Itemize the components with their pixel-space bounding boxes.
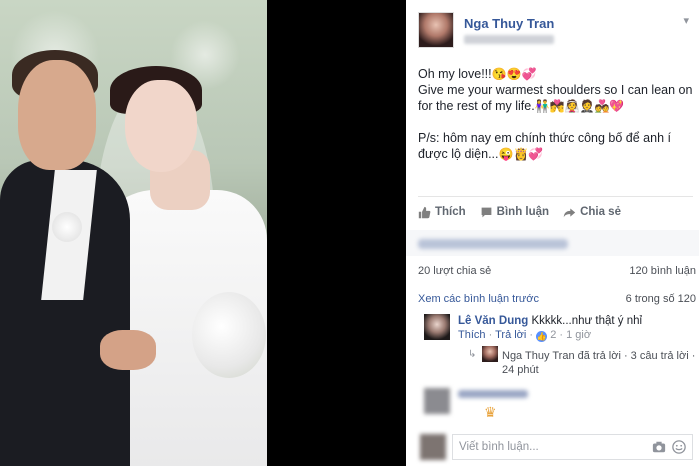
comment-text: Lê Văn Dung Kkkkk...như thật ý nhỉ xyxy=(458,314,694,328)
post-panel: Nga Thuy Tran ▾ Oh my love!!!😘😍💞 Give me… xyxy=(406,0,699,466)
reply-arrow-icon: ↳ xyxy=(468,349,477,360)
commenter-name[interactable]: Lê Văn Dung xyxy=(458,315,528,327)
groom-hand xyxy=(100,330,156,370)
post-text: Oh my love!!!😘😍💞 Give me your warmest sh… xyxy=(418,66,696,178)
share-icon xyxy=(563,207,576,217)
comment-reply-link[interactable]: Trả lời xyxy=(495,329,526,341)
blurred-name xyxy=(458,390,528,398)
thumbs-up-icon xyxy=(418,206,431,218)
author-avatar[interactable] xyxy=(418,12,454,48)
post-paragraph: Oh my love!!!😘😍💞 Give me your warmest sh… xyxy=(418,66,696,114)
like-badge-icon: 👍 xyxy=(536,331,548,342)
comment-placeholder: Viết bình luận... xyxy=(459,441,539,453)
groom-face xyxy=(18,60,96,170)
reactions-bar[interactable] xyxy=(406,230,699,256)
comment-composer: Viết bình luận... xyxy=(406,428,699,466)
blurred-avatar xyxy=(424,388,450,414)
like-label: Thích xyxy=(435,206,466,218)
heart-eyes-emoji-icon: 😘😍💞 xyxy=(491,67,537,81)
comment-button[interactable]: Bình luận xyxy=(480,206,549,219)
couple-emoji-icon: 👫💏👰🤵💑💖 xyxy=(534,99,625,113)
comment-time[interactable]: 1 giờ xyxy=(566,329,591,341)
comment-like-link[interactable]: Thích xyxy=(458,329,486,341)
reply-avatar xyxy=(482,346,498,362)
emoji-icon[interactable] xyxy=(672,440,686,454)
share-button[interactable]: Chia sẻ xyxy=(563,206,621,219)
camera-icon[interactable] xyxy=(652,440,666,454)
commenter-avatar[interactable] xyxy=(424,314,450,340)
wedding-photo[interactable] xyxy=(0,0,267,466)
reactions-blurred xyxy=(418,239,568,249)
post-header: Nga Thuy Tran ▾ xyxy=(418,10,693,54)
comment-label: Bình luận xyxy=(496,206,550,218)
action-bar: Thích Bình luận Chia sẻ xyxy=(418,202,621,222)
reply-summary-text: Nga Thuy Tran đã trả lời · 3 câu trả lời… xyxy=(502,350,696,376)
current-user-avatar xyxy=(420,434,446,460)
post-paragraph: P/s: hôm nay em chính thức công bố để an… xyxy=(418,130,696,162)
crown-icon: ♛ xyxy=(484,404,497,420)
comment-like-count: 2 xyxy=(550,329,557,341)
share-label: Chia sẻ xyxy=(580,206,621,218)
comment-meta: Thích · Trả lời · 👍 2 · 1 giờ xyxy=(458,329,592,342)
post-line-1: Oh my love!!! xyxy=(418,67,492,81)
chevron-down-icon[interactable]: ▾ xyxy=(683,14,689,27)
comment-range: 6 trong số 120 xyxy=(625,293,696,305)
divider xyxy=(418,196,693,197)
comment-icon xyxy=(481,207,492,217)
post-stats: 20 lượt chia sẻ 120 bình luận xyxy=(418,265,696,277)
share-count[interactable]: 20 lượt chia sẻ xyxy=(418,265,491,277)
post-line-3: P/s: hôm nay em chính thức công bố để an… xyxy=(418,131,671,161)
wink-emoji-icon: 😜👸💞 xyxy=(498,147,544,161)
comment-count[interactable]: 120 bình luận xyxy=(629,265,696,277)
like-button[interactable]: Thích xyxy=(418,206,466,219)
view-previous-comments-link[interactable]: Xem các bình luận trước xyxy=(418,293,539,305)
composer-icons xyxy=(652,440,686,454)
author-name[interactable]: Nga Thuy Tran xyxy=(464,16,554,31)
comment-body: Kkkkk...như thật ý nhỉ xyxy=(531,315,643,327)
bride-face xyxy=(125,80,197,172)
comment-input[interactable]: Viết bình luận... xyxy=(452,434,693,460)
boutonniere xyxy=(52,212,82,242)
bridal-bouquet xyxy=(192,292,266,378)
previous-comments: Xem các bình luận trước 6 trong số 120 xyxy=(418,293,696,305)
post-timestamp-blurred xyxy=(464,35,554,44)
blurred-comment: ♛ xyxy=(418,384,696,424)
